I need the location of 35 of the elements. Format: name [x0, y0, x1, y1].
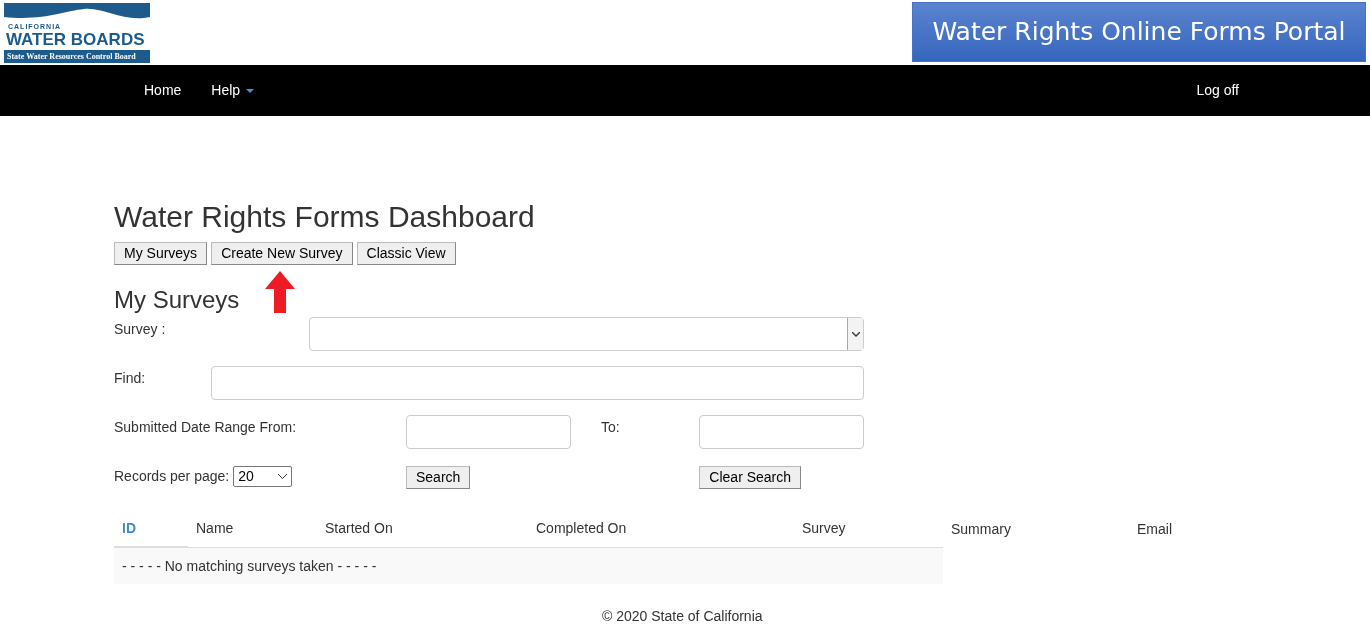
- chevron-icon: [278, 473, 288, 479]
- column-header: Survey: [802, 519, 846, 538]
- chevron-icon: [851, 331, 860, 337]
- records-dropdown[interactable]: 20: [233, 465, 293, 487]
- nav-link[interactable]: Home: [144, 80, 182, 101]
- column-header: Summary: [951, 519, 1011, 539]
- tab-button[interactable]: Classic View: [356, 242, 456, 265]
- empty-message: - - - - - No matching surveys taken - - - - -: [122, 556, 377, 576]
- tab-button[interactable]: Create New Survey: [211, 242, 353, 265]
- field-label: Submitted Date Range From:: [114, 418, 298, 437]
- logo-text: WATER BOARDS: [5, 31, 145, 49]
- section-title: My Surveys: [114, 286, 240, 314]
- column-header: Completed On: [536, 519, 627, 538]
- date-from-field[interactable]: [406, 415, 571, 449]
- search-button[interactable]: Search: [406, 465, 471, 489]
- field-label: To:: [601, 418, 621, 437]
- column-header: Email: [1137, 519, 1172, 539]
- field-label: Survey :: [114, 320, 167, 339]
- column-header: Started On: [325, 519, 393, 538]
- clear-search-button[interactable]: Clear Search: [699, 465, 802, 489]
- survey-dropdown[interactable]: [309, 317, 864, 351]
- page-title: Water Rights Forms Dashboard: [114, 200, 536, 234]
- logo-subtitle: State Water Resources Control Board: [4, 50, 150, 63]
- footer-text: © 2020 State of California: [602, 608, 763, 624]
- caret-icon: [246, 88, 255, 93]
- tab-button[interactable]: My Surveys: [114, 242, 208, 265]
- help-menu[interactable]: Help: [211, 80, 255, 101]
- logoff-link[interactable]: Log off: [1196, 80, 1239, 101]
- field-label: Records per page:: [114, 466, 230, 486]
- date-to-field[interactable]: [699, 415, 864, 449]
- column-header-link[interactable]: ID: [122, 517, 136, 539]
- portal-banner: Water Rights Online Forms Portal: [912, 2, 1366, 62]
- column-header: Name: [196, 519, 234, 538]
- field-label: Find:: [114, 369, 147, 388]
- find-field[interactable]: [211, 366, 864, 400]
